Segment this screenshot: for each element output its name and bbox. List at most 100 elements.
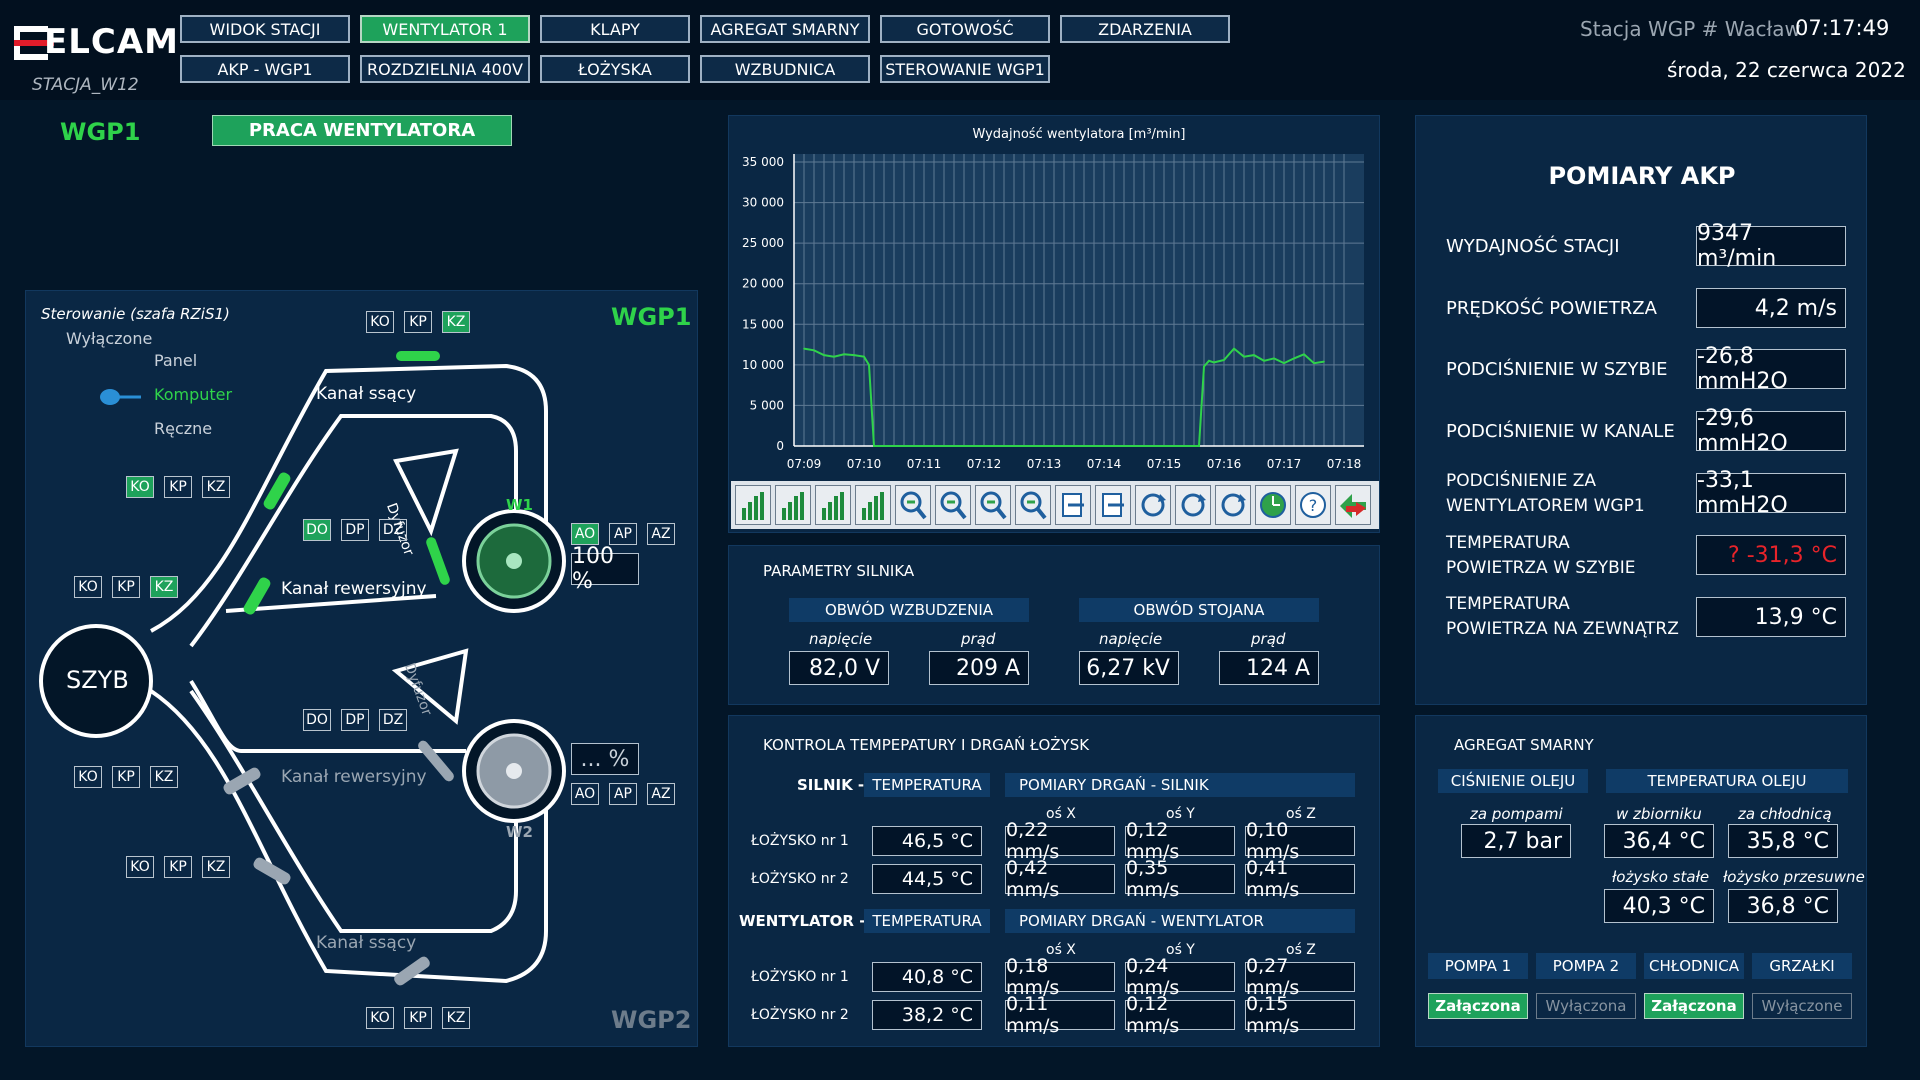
chart-y-tick-label: 5 000 xyxy=(750,398,784,412)
az-button-w2[interactable]: AZ xyxy=(647,783,675,805)
date: środa, 22 czerwca 2022 xyxy=(1667,58,1906,82)
chart-point xyxy=(1223,359,1225,361)
zoom-in-alt-icon[interactable] xyxy=(975,485,1011,525)
ko-button-top[interactable]: KO xyxy=(366,311,394,333)
nav-akp-wgp1[interactable]: AKP - WGP1 xyxy=(180,55,350,83)
refresh-alt-icon[interactable] xyxy=(1175,485,1211,525)
lozysko-stale-label: łożysko stałe xyxy=(1612,868,1710,886)
import-icon[interactable] xyxy=(1095,485,1131,525)
do-button-w1[interactable]: DO xyxy=(303,519,331,541)
nav-zdarzenia[interactable]: ZDARZENIA xyxy=(1060,15,1230,43)
nav-klapy[interactable]: KLAPY xyxy=(540,15,690,43)
nav-wzbudnica[interactable]: WZBUDNICA xyxy=(700,55,870,83)
clock: 07:17:49 xyxy=(1795,16,1890,40)
elcam-logo: ELCAM xyxy=(14,22,178,66)
bar-chart-up-icon[interactable] xyxy=(855,485,891,525)
chart-x-tick-label: 07:17 xyxy=(1267,457,1302,471)
kp-button-bottom[interactable]: KP xyxy=(404,1007,432,1029)
chart-x-tick-label: 07:09 xyxy=(787,457,822,471)
kanal-rewersyjny-top-label: Kanał rewersyjny xyxy=(281,579,427,599)
dp-button-w2[interactable]: DP xyxy=(341,709,369,731)
clock-icon[interactable] xyxy=(1255,485,1291,525)
refresh-cycle-icon[interactable] xyxy=(1215,485,1251,525)
ko-button-bottom-left[interactable]: KO xyxy=(126,856,154,878)
nav-widok-stacji[interactable]: WIDOK STACJI xyxy=(180,15,350,43)
pompa1-state[interactable]: Załączona xyxy=(1428,993,1528,1019)
chart-point xyxy=(1313,362,1315,365)
az-button-w1[interactable]: AZ xyxy=(647,523,675,545)
zoom-in-icon[interactable] xyxy=(895,485,931,525)
kz-button-bottom-left[interactable]: KZ xyxy=(202,856,230,878)
nav-sterowanie-wgp1[interactable]: STEROWANIE WGP1 xyxy=(880,55,1050,83)
kz-button-mid-left[interactable]: KZ xyxy=(150,576,178,598)
exc-voltage-value: 82,0 V xyxy=(789,651,889,685)
akp-label-6a: TEMPERATURA xyxy=(1446,533,1570,553)
dp-button-w1[interactable]: DP xyxy=(341,519,369,541)
swap-icon[interactable] xyxy=(1335,485,1371,525)
motor-panel: PARAMETRY SILNIKA OBWÓD WZBUDZENIA OBWÓD… xyxy=(728,545,1380,705)
fan-flow-chart[interactable]: Wydajność wentylatora [m³/min] 0 5 000 10 0… xyxy=(729,116,1381,481)
went-row2-label: ŁOŻYSKO nr 2 xyxy=(751,1007,849,1023)
bar-chart-left-icon[interactable] xyxy=(775,485,811,525)
chlodnica-state[interactable]: Załączona xyxy=(1644,993,1744,1019)
kp-button-upper-left[interactable]: KP xyxy=(164,476,192,498)
za-pompami-label: za pompami xyxy=(1470,805,1563,823)
chart-y-tick-label: 0 xyxy=(776,439,784,453)
chart-point xyxy=(1283,362,1285,365)
went-b1-temp: 40,8 °C xyxy=(872,962,982,992)
ko-button-upper-left[interactable]: KO xyxy=(126,476,154,498)
nav-gotowosc[interactable]: GOTOWOŚĆ xyxy=(880,15,1050,43)
nav-rozdzielnia[interactable]: ROZDZIELNIA 400V xyxy=(360,55,530,83)
nav-lozyska[interactable]: ŁOŻYSKA xyxy=(540,55,690,83)
kp-button-bottom-left[interactable]: KP xyxy=(164,856,192,878)
dz-button-w2[interactable]: DZ xyxy=(379,709,407,731)
ao-button-w1[interactable]: AO xyxy=(571,523,599,545)
export-icon[interactable] xyxy=(1055,485,1091,525)
chlodnica-label: CHŁODNICA xyxy=(1644,953,1744,979)
chart-y-tick-label: 25 000 xyxy=(742,236,784,250)
zoom-out-icon[interactable] xyxy=(935,485,971,525)
stator-voltage-value: 6,27 kV xyxy=(1079,651,1179,685)
kp-button-top[interactable]: KP xyxy=(404,311,432,333)
akp-label-7b: POWIETRZA NA ZEWNĄTRZ xyxy=(1446,619,1679,639)
chart-x-tick-label: 07:18 xyxy=(1327,457,1362,471)
refresh-icon[interactable] xyxy=(1135,485,1171,525)
chart-point xyxy=(813,349,815,352)
grzalki-state[interactable]: Wyłączone xyxy=(1752,993,1852,1019)
motor-title: PARAMETRY SILNIKA xyxy=(763,562,915,580)
w1-percent-field[interactable]: 100 % xyxy=(571,544,639,594)
w2-percent-field[interactable]: ... % xyxy=(571,743,639,775)
bar-chart-down-icon[interactable] xyxy=(815,485,851,525)
nav-agregat-smarny[interactable]: AGREGAT SMARNY xyxy=(700,15,870,43)
ko-button-mid-left[interactable]: KO xyxy=(74,576,102,598)
kp-button-mid-left[interactable]: KP xyxy=(112,576,140,598)
chart-plot-area xyxy=(794,154,1364,446)
szyb-label: SZYB xyxy=(66,666,129,694)
kz-button-bottom[interactable]: KZ xyxy=(442,1007,470,1029)
kp-button-lower-left[interactable]: KP xyxy=(112,766,140,788)
kz-button-top[interactable]: KZ xyxy=(442,311,470,333)
chart-point xyxy=(853,354,855,356)
ko-button-lower-left[interactable]: KO xyxy=(74,766,102,788)
help-icon[interactable]: ? xyxy=(1295,485,1331,525)
do-button-w2[interactable]: DO xyxy=(303,709,331,731)
silnik-b2-z: 0,41 mm/s xyxy=(1245,857,1355,901)
dz-button-w1[interactable]: DZ xyxy=(379,519,407,541)
nav-wentylator-1[interactable]: WENTYLATOR 1 xyxy=(360,15,530,43)
chart-point xyxy=(873,445,875,447)
ap-button-w1[interactable]: AP xyxy=(609,523,637,545)
ap-button-w2[interactable]: AP xyxy=(609,783,637,805)
chart-y-tick-label: 30 000 xyxy=(742,196,784,210)
chart-point xyxy=(1208,360,1210,362)
chart-point xyxy=(983,445,985,447)
ko-button-bottom[interactable]: KO xyxy=(366,1007,394,1029)
kz-button-upper-left[interactable]: KZ xyxy=(202,476,230,498)
kz-button-lower-left[interactable]: KZ xyxy=(150,766,178,788)
ao-button-w2[interactable]: AO xyxy=(571,783,599,805)
station-name: Stacja WGP # Wacław xyxy=(1580,17,1801,41)
zoom-out-alt-icon[interactable] xyxy=(1015,485,1051,525)
pompa2-state[interactable]: Wyłączona xyxy=(1536,993,1636,1019)
chart-point xyxy=(1203,365,1205,368)
chart-point xyxy=(1263,360,1265,362)
bar-chart-icon[interactable] xyxy=(735,485,771,525)
